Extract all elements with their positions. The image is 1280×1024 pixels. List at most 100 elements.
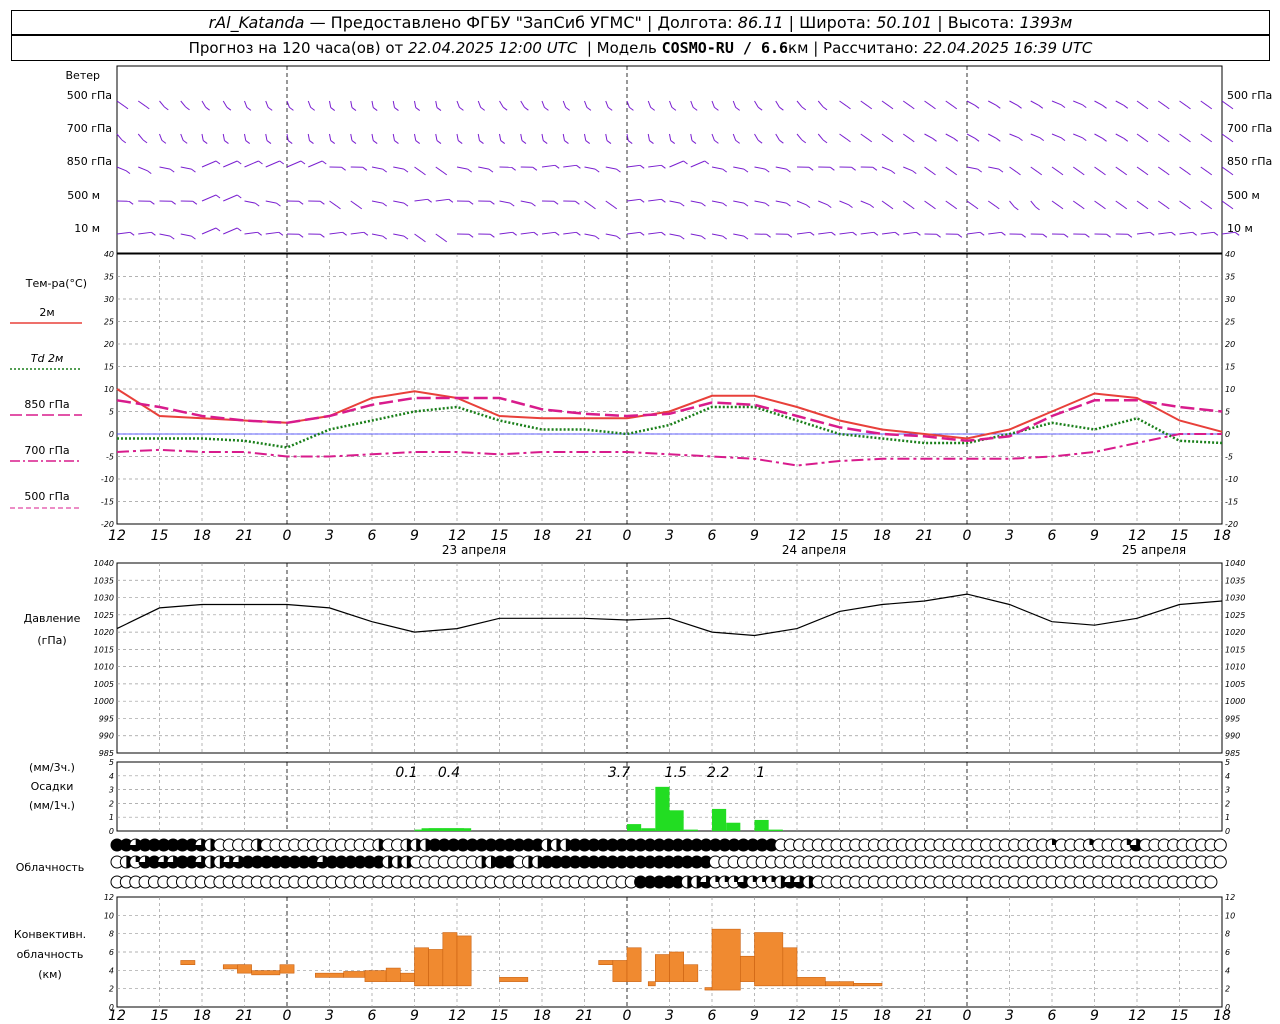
wind-barb-flag xyxy=(320,233,325,238)
wind-barb-flag xyxy=(998,168,1004,173)
wind-barb-flag xyxy=(671,107,677,111)
wind-level-right-1: 700 гПа xyxy=(1227,122,1272,135)
wind-barb-flag xyxy=(888,105,894,110)
wind-barb xyxy=(732,133,737,141)
wind-barb xyxy=(966,133,976,139)
wind-barb-flag xyxy=(236,194,242,199)
wind-barb-flag xyxy=(764,168,770,173)
conv-bar xyxy=(237,964,252,974)
wind-barb-flag xyxy=(467,168,473,173)
x-tick-label: 21 xyxy=(916,1008,934,1024)
wind-barb-flag xyxy=(576,164,581,169)
wind-barb xyxy=(520,133,523,141)
wind-barb-flag xyxy=(1079,205,1085,210)
wind-barb xyxy=(393,200,405,204)
wind-barb xyxy=(477,100,482,108)
wind-barb-flag xyxy=(909,105,915,110)
wind-barb-flag xyxy=(321,160,327,165)
wind-barb-flag xyxy=(683,160,688,165)
wind-barb-flag xyxy=(531,202,536,207)
wind-barb-flag xyxy=(1001,231,1006,236)
wind-barb-flag xyxy=(916,231,921,236)
conv-bar xyxy=(655,954,670,982)
wind-barb xyxy=(116,100,125,107)
pressure-tick-right: 1040 xyxy=(1225,559,1245,568)
pressure-tick-right: 1005 xyxy=(1225,680,1245,689)
wind-barb xyxy=(1094,133,1103,139)
wind-barb xyxy=(796,231,811,235)
wind-barb-flag xyxy=(163,106,169,111)
wind-barb-flag xyxy=(1123,104,1129,109)
wind-barb-flag xyxy=(851,166,856,171)
wind-barb xyxy=(775,100,780,108)
precip-total: 3.7 xyxy=(608,765,630,781)
pressure-frame xyxy=(116,562,1223,754)
x-tick-label: 18 xyxy=(873,528,891,544)
wind-barb-flag xyxy=(351,140,357,144)
legend-2m-label: 2м xyxy=(39,306,54,319)
wind-barb xyxy=(392,100,395,108)
wind-barb xyxy=(733,233,745,237)
wind-barb xyxy=(711,200,723,204)
precip-total: 1.5 xyxy=(665,765,687,781)
wind-barb-flag xyxy=(182,140,188,144)
x-tick-label: 21 xyxy=(916,528,934,544)
temp-tick-left: 25 xyxy=(104,318,114,327)
wind-barb-flag xyxy=(1228,171,1234,176)
precip-total: 1 xyxy=(756,765,765,781)
wind-barb-flag xyxy=(1127,233,1133,238)
wind-barb-flag xyxy=(1143,171,1149,176)
wind-barb-flag xyxy=(846,105,851,110)
wind-barb xyxy=(138,231,152,235)
legend-500-label: 500 гПа xyxy=(24,490,69,503)
x-tick-label: 18 xyxy=(873,1008,891,1024)
wind-barb-flag xyxy=(342,231,347,236)
wind-barb-flag xyxy=(415,140,421,144)
wind-barb xyxy=(265,200,277,204)
wind-barb-flag xyxy=(1106,233,1111,238)
pressure-tick-left: 990 xyxy=(99,732,114,741)
wind-barb xyxy=(1051,133,1062,139)
wind-barb xyxy=(392,133,395,141)
wind-barb-flag xyxy=(714,140,719,144)
pressure-tick-left: 1015 xyxy=(94,645,114,654)
wind-barb-flag xyxy=(121,139,127,144)
wind-barb-flag xyxy=(279,160,285,165)
wind-barb xyxy=(754,200,766,204)
x-tick-label: 9 xyxy=(1090,528,1099,544)
wind-barb-flag xyxy=(351,107,357,111)
wind-barb xyxy=(329,231,343,235)
x-tick-label: 12 xyxy=(108,528,126,544)
wind-barb xyxy=(329,133,332,141)
wind-barb-flag xyxy=(757,106,763,111)
wind-barb-flag xyxy=(848,204,853,209)
wind-barb xyxy=(244,100,248,108)
wind-barb xyxy=(478,166,490,170)
x-tick-label: 9 xyxy=(750,1008,759,1024)
conv-bar xyxy=(647,981,656,987)
wind-barb-flag xyxy=(1164,205,1170,210)
wind-barb-flag xyxy=(743,202,749,207)
wind-barb-flag xyxy=(627,140,633,144)
wind-barb xyxy=(456,133,459,141)
wind-barb xyxy=(1051,100,1062,106)
wind-barb-flag xyxy=(606,140,612,144)
wind-barb-flag xyxy=(826,204,832,209)
wind-barb xyxy=(669,133,672,141)
wind-barb-flag xyxy=(649,140,654,144)
wind-barb-flag xyxy=(616,235,621,240)
wind-barb-flag xyxy=(1122,205,1128,210)
wind-barb xyxy=(1157,166,1166,173)
conv-bar xyxy=(315,972,344,978)
wind-barb-flag xyxy=(205,106,210,111)
wind-barb-flag xyxy=(743,168,749,173)
wind-barb-flag xyxy=(830,166,835,171)
wind-barb-flag xyxy=(468,200,474,205)
wind-barb xyxy=(902,133,911,140)
wind-barb-flag xyxy=(490,233,495,238)
wind-barb-flag xyxy=(801,139,807,144)
wind-barb-flag xyxy=(974,104,980,109)
precip-bar xyxy=(712,808,727,831)
wind-barb xyxy=(648,198,662,202)
wind-barb xyxy=(435,233,444,240)
